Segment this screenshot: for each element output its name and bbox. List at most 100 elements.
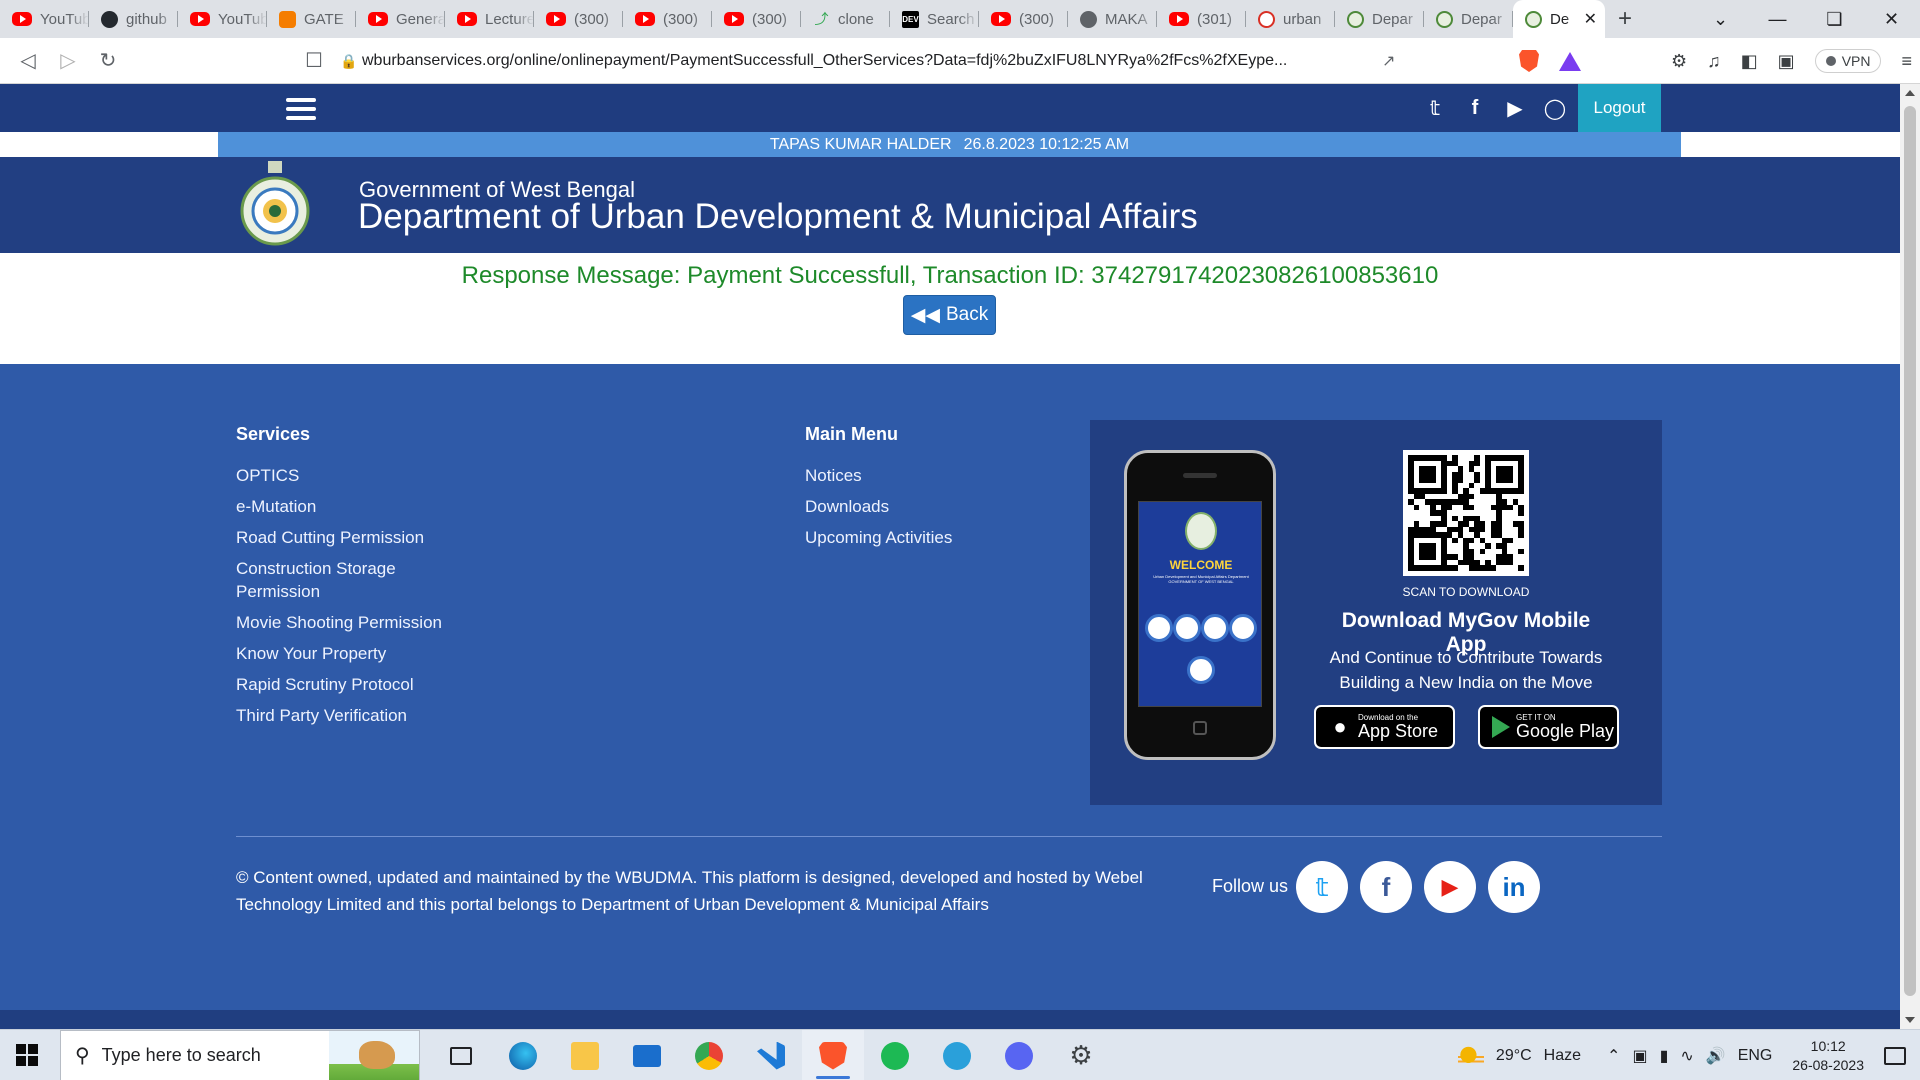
browser-tab[interactable]: MAKA [1068, 0, 1157, 38]
browser-tab[interactable]: (300) [623, 0, 712, 38]
browser-tab[interactable]: github [89, 0, 178, 38]
restore-icon[interactable]: ❏ [1806, 9, 1863, 30]
wallet-icon[interactable]: ▣ [1778, 51, 1795, 72]
service-link[interactable]: Know Your Property [236, 642, 476, 665]
browser-tab[interactable]: ⤴ clone [801, 0, 890, 38]
extensions-icon[interactable]: ⚙ [1671, 51, 1687, 72]
browser-tab[interactable]: YouTube [0, 0, 89, 38]
service-link[interactable]: Movie Shooting Permission [236, 611, 476, 634]
sidebar-icon[interactable]: ◧ [1741, 51, 1758, 72]
temperature[interactable]: 29°C [1496, 1047, 1532, 1065]
browser-tab[interactable]: urban [1246, 0, 1335, 38]
tab-title: urban [1283, 10, 1322, 28]
twitter-icon[interactable]: 𝕥 [1296, 861, 1348, 913]
url-text[interactable]: wburbanservices.org/online/onlinepayment… [362, 52, 1372, 70]
instagram-icon[interactable]: ◯ [1542, 95, 1568, 121]
twitter-icon[interactable]: 𝕥 [1422, 95, 1448, 121]
edge-icon[interactable] [492, 1030, 554, 1080]
file-explorer-icon[interactable] [554, 1030, 616, 1080]
browser-tab[interactable]: (301) [1157, 0, 1246, 38]
scroll-up-icon[interactable] [1905, 90, 1915, 96]
meet-icon[interactable]: ▣ [1632, 1046, 1647, 1066]
address-bar[interactable]: 🔒 wburbanservices.org/online/onlinepayme… [340, 44, 1410, 78]
browser-tab[interactable]: YouTube [178, 0, 267, 38]
scrollbar-thumb[interactable] [1904, 106, 1916, 996]
settings-icon[interactable]: ⚙ [1050, 1030, 1112, 1080]
service-link[interactable]: Construction Storage Permission [236, 557, 476, 603]
windows-start-icon[interactable] [16, 1044, 38, 1066]
language-indicator[interactable]: ENG [1738, 1047, 1773, 1065]
browser-tab[interactable]: DEV Search [890, 0, 979, 38]
close-icon[interactable]: ✕ [1584, 9, 1597, 29]
footer-bottom-strip [0, 1010, 1900, 1029]
linkedin-icon[interactable]: in [1488, 861, 1540, 913]
media-icon[interactable]: ♫ [1707, 51, 1721, 72]
browser-tab[interactable]: (300) [979, 0, 1068, 38]
chrome-icon[interactable] [678, 1030, 740, 1080]
youtube-icon [635, 12, 655, 26]
notifications-icon[interactable] [1884, 1046, 1906, 1065]
menu-link[interactable]: Notices [805, 464, 1045, 487]
facebook-icon[interactable]: f [1462, 95, 1488, 121]
forward-arrow-icon[interactable]: ▷ [48, 48, 88, 73]
browser-tab-active[interactable]: De ✕ [1513, 0, 1605, 38]
back-button[interactable]: ◀◀ Back [903, 295, 996, 335]
browser-tab[interactable]: Depar [1424, 0, 1513, 38]
new-tab-icon[interactable]: + [1605, 5, 1645, 33]
youtube-icon[interactable]: ▶ [1502, 95, 1528, 121]
service-link[interactable]: OPTICS [236, 464, 476, 487]
share-icon[interactable]: ↗ [1382, 51, 1395, 71]
facebook-icon[interactable]: f [1360, 861, 1412, 913]
browser-tab[interactable]: GATE [267, 0, 356, 38]
browser-tab[interactable]: Depar [1335, 0, 1424, 38]
youtube-icon[interactable]: ▶ [1424, 861, 1476, 913]
lock-icon[interactable]: 🔒 [340, 53, 362, 70]
weather-condition[interactable]: Haze [1544, 1047, 1581, 1065]
phone-home-button [1193, 721, 1207, 735]
brave-browser-icon[interactable] [802, 1030, 864, 1080]
chevron-up-icon[interactable]: ⌃ [1607, 1046, 1620, 1066]
vscode-icon[interactable] [740, 1030, 802, 1080]
wb-emblem-icon [1436, 10, 1453, 28]
back-arrow-icon[interactable]: ◁ [8, 48, 48, 73]
app-store-button[interactable]: ● Download on the App Store [1314, 705, 1455, 749]
browser-tab[interactable]: Lecture [445, 0, 534, 38]
browser-tab[interactable]: (300) [712, 0, 801, 38]
telegram-icon[interactable] [926, 1030, 988, 1080]
taskbar-search-box[interactable]: ⚲ Type here to search [60, 1030, 420, 1080]
weather-haze-icon[interactable] [1457, 1044, 1484, 1067]
brave-rewards-icon[interactable] [1559, 51, 1582, 71]
service-link[interactable]: Third Party Verification [236, 704, 476, 727]
logout-button[interactable]: Logout [1578, 84, 1661, 132]
page-scrollbar[interactable] [1900, 84, 1920, 1029]
volume-icon[interactable]: 🔊 [1706, 1046, 1726, 1066]
service-link[interactable]: e-Mutation [236, 495, 476, 518]
clock[interactable]: 10:12 26-08-2023 [1792, 1037, 1864, 1075]
close-window-icon[interactable]: ✕ [1863, 9, 1920, 30]
hamburger-menu-icon[interactable] [286, 98, 316, 120]
minimize-icon[interactable]: — [1749, 9, 1806, 30]
login-timestamp: 26.8.2023 10:12:25 AM [963, 135, 1130, 153]
google-play-button[interactable]: GET IT ON Google Play [1478, 705, 1619, 749]
spotify-icon[interactable] [864, 1030, 926, 1080]
service-link[interactable]: Rapid Scrutiny Protocol [236, 673, 476, 696]
menu-link[interactable]: Upcoming Activities [805, 526, 1045, 549]
menu-link[interactable]: Downloads [805, 495, 1045, 518]
vpn-button[interactable]: VPN [1814, 49, 1882, 73]
mail-icon[interactable] [616, 1030, 678, 1080]
bookmark-icon[interactable]: ☐ [294, 48, 334, 73]
discord-icon[interactable] [988, 1030, 1050, 1080]
brave-shields-icon[interactable] [1519, 50, 1540, 72]
menu-icon[interactable]: ≡ [1901, 51, 1912, 72]
service-link[interactable]: Road Cutting Permission [236, 526, 476, 549]
wifi-icon[interactable]: ∿ [1680, 1046, 1693, 1066]
chevron-down-icon[interactable]: ⌄ [1692, 9, 1749, 30]
task-view-icon[interactable] [430, 1030, 492, 1080]
tab-title: De [1550, 10, 1570, 28]
battery-icon[interactable]: ▮ [1660, 1046, 1669, 1066]
footer-divider [236, 836, 1662, 837]
browser-tab[interactable]: General [356, 0, 445, 38]
browser-tab[interactable]: (300) [534, 0, 623, 38]
reload-icon[interactable]: ↻ [88, 48, 128, 73]
scroll-down-icon[interactable] [1905, 1017, 1915, 1023]
